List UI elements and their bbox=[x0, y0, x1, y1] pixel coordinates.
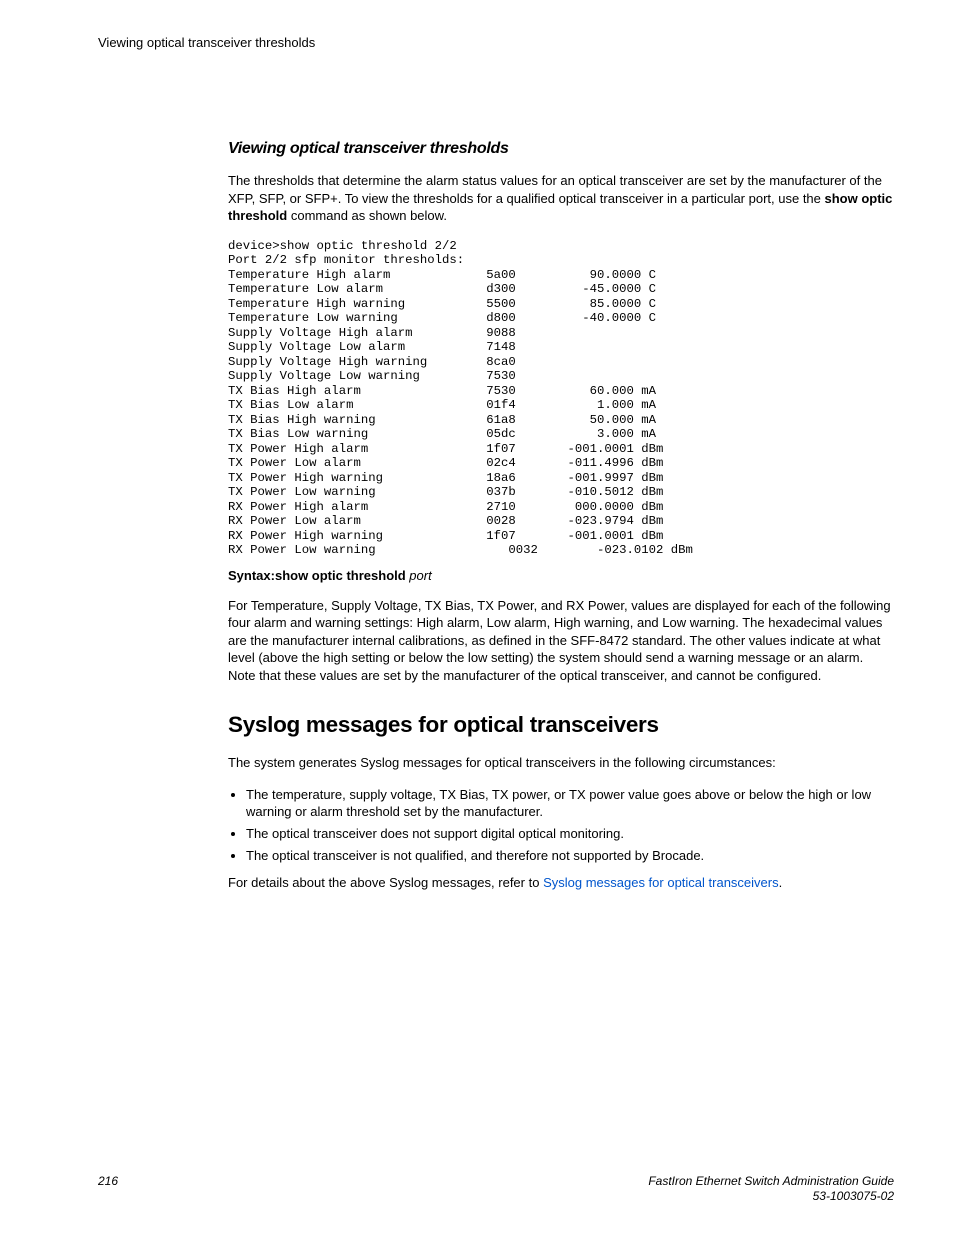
syslog-link[interactable]: Syslog messages for optical transceivers bbox=[543, 875, 779, 890]
list-item: The temperature, supply voltage, TX Bias… bbox=[246, 786, 894, 821]
list-item: The optical transceiver does not support… bbox=[246, 825, 894, 843]
intro-text-pre: The thresholds that determine the alarm … bbox=[228, 173, 882, 206]
running-head: Viewing optical transceiver thresholds bbox=[98, 35, 894, 50]
list-item: The optical transceiver is not qualified… bbox=[246, 847, 894, 865]
doc-number: 53-1003075-02 bbox=[648, 1189, 894, 1205]
syslog-intro: The system generates Syslog messages for… bbox=[228, 754, 894, 772]
section-heading-syslog: Syslog messages for optical transceivers bbox=[228, 712, 894, 738]
explanation-paragraph: For Temperature, Supply Voltage, TX Bias… bbox=[228, 597, 894, 685]
syslog-bullet-list: The temperature, supply voltage, TX Bias… bbox=[228, 786, 894, 864]
syntax-italic: port bbox=[406, 568, 432, 583]
page-number: 216 bbox=[98, 1174, 118, 1188]
syntax-bold: Syntax:show optic threshold bbox=[228, 568, 406, 583]
intro-paragraph: The thresholds that determine the alarm … bbox=[228, 172, 894, 225]
intro-text-post: command as shown below. bbox=[287, 208, 447, 223]
syntax-line: Syntax:show optic threshold port bbox=[228, 568, 894, 583]
page: Viewing optical transceiver thresholds V… bbox=[0, 0, 954, 1235]
syslog-outro: For details about the above Syslog messa… bbox=[228, 874, 894, 892]
section-heading-thresholds: Viewing optical transceiver thresholds bbox=[228, 140, 894, 158]
doc-title: FastIron Ethernet Switch Administration … bbox=[648, 1174, 894, 1190]
outro-post: . bbox=[779, 875, 783, 890]
code-output: device>show optic threshold 2/2 Port 2/2… bbox=[228, 239, 894, 558]
main-content: Viewing optical transceiver thresholds T… bbox=[228, 140, 894, 892]
page-footer: 216 FastIron Ethernet Switch Administrat… bbox=[98, 1174, 894, 1205]
outro-pre: For details about the above Syslog messa… bbox=[228, 875, 543, 890]
